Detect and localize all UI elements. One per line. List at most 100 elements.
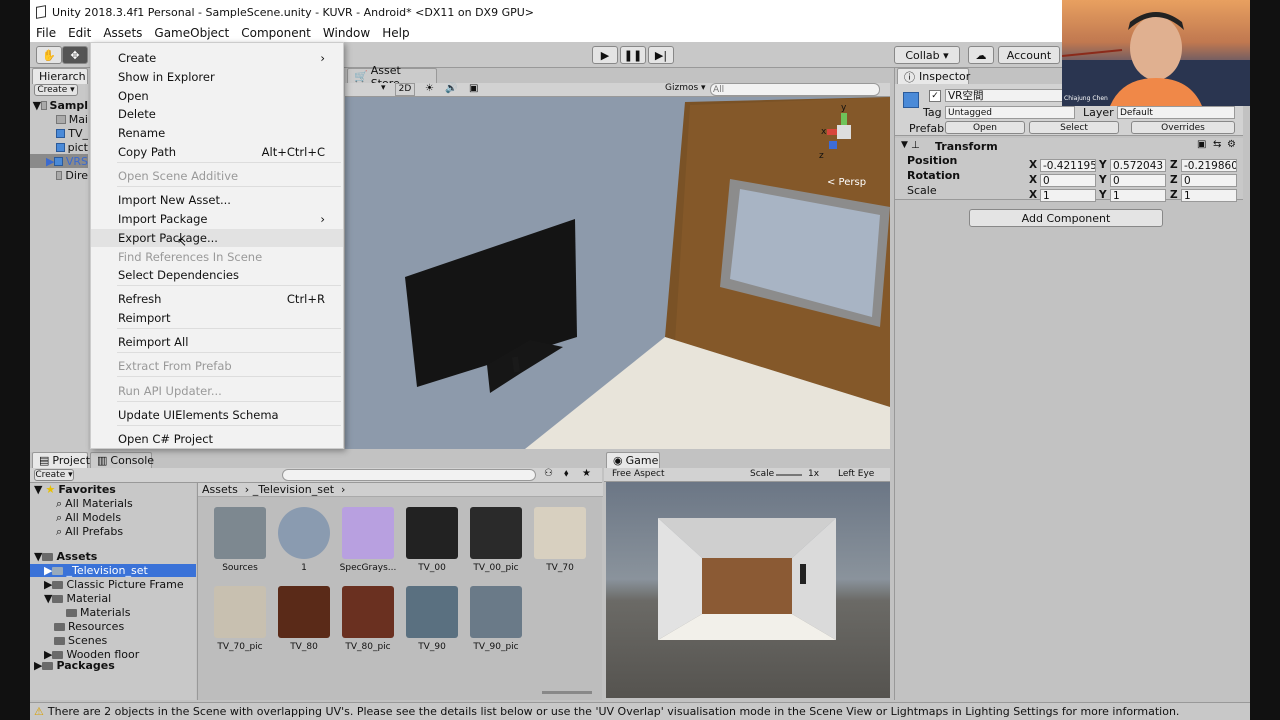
game-view[interactable] [606, 482, 890, 698]
hand-tool-button[interactable]: ✋ [36, 46, 62, 64]
z-axis-label[interactable]: Z [1170, 189, 1178, 201]
asset-item[interactable]: TV_70_pic [210, 586, 270, 662]
pause-button[interactable]: ❚❚ [620, 46, 646, 64]
tab-hierarchy[interactable]: Hierarch [32, 68, 88, 84]
hierarchy-create-button[interactable]: Create ▾ [34, 84, 78, 96]
rotation-y-field[interactable]: 0 [1110, 174, 1166, 187]
favorite-star-icon[interactable]: ★ [582, 468, 591, 479]
tree-item[interactable]: Scenes [54, 634, 107, 647]
z-axis-label[interactable]: Z [1170, 159, 1178, 171]
scale-x-field[interactable]: 1 [1040, 189, 1096, 202]
context-menu-item[interactable]: Select Dependencies [91, 266, 343, 284]
effects-toggle-icon[interactable]: ▣ [469, 83, 478, 94]
aspect-dropdown[interactable]: Free Aspect [612, 469, 665, 479]
position-z-field[interactable]: -0.219860 [1181, 159, 1237, 172]
menu-edit[interactable]: Edit [62, 26, 97, 40]
context-menu-item[interactable]: Import Package › [91, 210, 343, 228]
rotation-x-field[interactable]: 0 [1040, 174, 1096, 187]
favorite-item[interactable]: ⌕ All Materials [56, 497, 133, 511]
tab-inspector[interactable]: ⓘ Inspector [897, 68, 970, 84]
scene-search-input[interactable]: All [710, 83, 880, 96]
menu-assets[interactable]: Assets [97, 26, 148, 40]
hierarchy-row[interactable]: pict [30, 140, 88, 154]
hierarchy-row[interactable]: Dire [30, 168, 88, 182]
tab-game[interactable]: ◉ Game [606, 452, 660, 468]
scene-gizmo[interactable]: y x z [815, 103, 875, 163]
context-menu-item[interactable]: Delete [91, 105, 343, 123]
x-axis-label[interactable]: X [1029, 189, 1037, 201]
menu-help[interactable]: Help [376, 26, 415, 40]
step-button[interactable]: ▶| [648, 46, 674, 64]
position-x-field[interactable]: -0.421195 [1040, 159, 1096, 172]
context-menu-item[interactable]: Export Package... [91, 229, 343, 247]
asset-item[interactable]: TV_80 [274, 586, 334, 662]
asset-item[interactable]: TV_00_pic [466, 507, 526, 583]
shading-dropdown-arrow[interactable]: ▾ [381, 83, 386, 93]
x-axis-label[interactable]: X [1029, 159, 1037, 171]
asset-item[interactable]: TV_90 [402, 586, 462, 662]
tree-item[interactable]: ▼ Material [44, 592, 111, 605]
y-axis-label[interactable]: Y [1099, 174, 1107, 186]
menu-window[interactable]: Window [317, 26, 376, 40]
prefab-overrides-dropdown[interactable]: Overrides [1131, 121, 1235, 134]
persp-label[interactable]: < Persp [827, 177, 866, 188]
2d-toggle[interactable]: 2D [395, 83, 415, 96]
context-menu-item[interactable]: Rename [91, 124, 343, 142]
help-icon[interactable]: ▣ [1197, 139, 1206, 150]
packages-node[interactable]: ▶ Packages [34, 659, 115, 672]
context-menu-item[interactable]: Reimport All [91, 333, 343, 351]
context-menu-item[interactable]: Show in Explorer [91, 68, 343, 86]
lighting-toggle-icon[interactable]: ☀ [425, 83, 434, 94]
tree-item[interactable]: ▶ Classic Picture Frame [44, 578, 184, 591]
hierarchy-row[interactable]: TV_ [30, 126, 88, 140]
x-axis-label[interactable]: X [1029, 174, 1037, 186]
y-axis-label[interactable]: Y [1099, 189, 1107, 201]
hierarchy-scene-row[interactable]: ▼ Sampl [30, 98, 88, 112]
scale-slider[interactable] [776, 474, 802, 476]
asset-item[interactable]: TV_70 [530, 507, 590, 583]
favorites-node[interactable]: ▼ ★ Favorites [34, 483, 116, 496]
assets-node[interactable]: ▼ Assets [34, 550, 97, 563]
play-button[interactable]: ▶ [592, 46, 618, 64]
tree-item[interactable]: Resources [54, 620, 124, 633]
position-y-field[interactable]: 0.572043 [1110, 159, 1166, 172]
active-checkbox[interactable]: ✓ [929, 90, 941, 102]
add-component-button[interactable]: Add Component [969, 209, 1163, 227]
tree-item-selected[interactable]: ▶ _Television_set [30, 564, 196, 577]
y-axis-label[interactable]: Y [1099, 159, 1107, 171]
asset-item[interactable]: SpecGrays... [338, 507, 398, 583]
eye-dropdown[interactable]: Left Eye [838, 469, 874, 479]
prefab-select-button[interactable]: Select [1029, 121, 1119, 134]
prefab-open-button[interactable]: Open [945, 121, 1025, 134]
menu-file[interactable]: File [30, 26, 62, 40]
project-search-input[interactable] [282, 469, 536, 481]
filter-label-icon[interactable]: ⬧ [564, 468, 569, 479]
scene-view[interactable]: y x z < Persp [345, 97, 890, 449]
scale-z-field[interactable]: 1 [1181, 189, 1237, 202]
context-menu-item[interactable]: Reimport [91, 309, 343, 327]
rotation-z-field[interactable]: 0 [1181, 174, 1237, 187]
project-create-button[interactable]: Create ▾ [34, 469, 74, 481]
menu-gameobject[interactable]: GameObject [148, 26, 235, 40]
asset-item[interactable]: Sources [210, 507, 270, 583]
collab-button[interactable]: Collab ▾ [894, 46, 960, 64]
context-menu-item[interactable]: Open [91, 87, 343, 105]
context-menu-item[interactable]: Create › [91, 49, 343, 67]
context-menu-item[interactable]: Open C# Project [91, 430, 343, 448]
asset-item[interactable]: TV_00 [402, 507, 462, 583]
scale-y-field[interactable]: 1 [1110, 189, 1166, 202]
context-menu-item[interactable]: Copy Path Alt+Ctrl+C [91, 143, 343, 161]
favorite-item[interactable]: ⌕ All Prefabs [56, 525, 123, 539]
status-bar[interactable]: ⚠ There are 2 objects in the Scene with … [30, 702, 1262, 720]
context-menu-item[interactable]: Refresh Ctrl+R [91, 290, 343, 308]
tag-dropdown[interactable]: Untagged [945, 106, 1075, 119]
move-tool-button[interactable]: ✥ [62, 46, 88, 64]
object-name-field[interactable]: VR空間 [945, 89, 1065, 102]
cloud-button[interactable]: ☁ [968, 46, 994, 64]
filter-type-icon[interactable]: ⚇ [544, 468, 553, 479]
breadcrumb-item[interactable]: _Television_set [253, 483, 334, 496]
asset-item[interactable]: 1 [274, 507, 334, 583]
menu-component[interactable]: Component [235, 26, 317, 40]
context-menu-item[interactable]: Update UIElements Schema [91, 406, 343, 424]
hierarchy-row[interactable]: Mai [30, 112, 88, 126]
